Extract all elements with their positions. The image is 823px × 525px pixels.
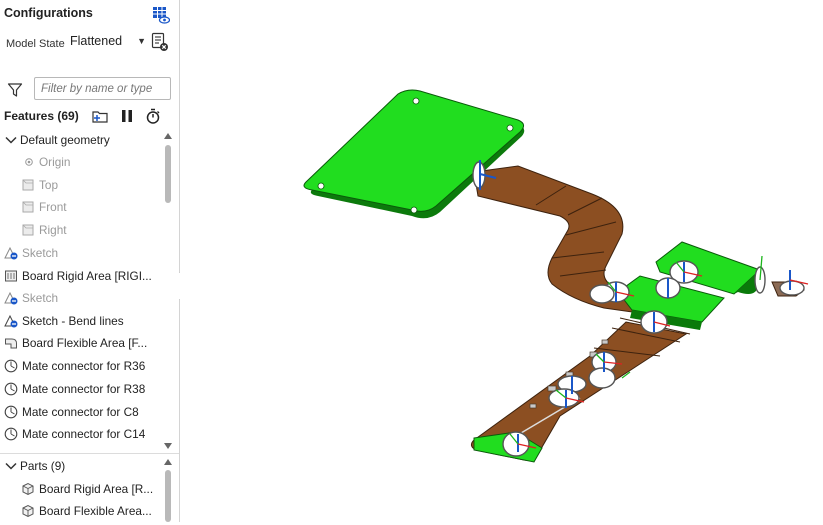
feature-sketch-bend-lines[interactable]: Sketch - Bend lines	[0, 310, 162, 332]
features-header: Features (69)	[4, 109, 79, 123]
feature-plane-right[interactable]: Right	[0, 219, 162, 241]
feature-sketch-1[interactable]: Sketch	[0, 242, 162, 264]
feature-board-flexible-area[interactable]: Board Flexible Area [F...	[0, 332, 162, 354]
feature-sketch-2[interactable]: Sketch	[0, 287, 162, 309]
graphics-viewport[interactable]	[180, 0, 823, 522]
filter-input[interactable]	[34, 77, 171, 100]
configurations-title: Configurations	[4, 6, 93, 20]
feature-label: Mate connector for R36	[22, 359, 146, 373]
scroll-thumb[interactable]	[165, 470, 171, 522]
feature-mate-connector-r38[interactable]: Mate connector for R38	[0, 378, 162, 400]
feature-label: Board Flexible Area [F...	[22, 336, 148, 350]
feature-default-geometry[interactable]: Default geometry	[0, 129, 162, 151]
feature-panel: Configurations Model State Flattened ▼ F…	[0, 0, 180, 522]
mate-connector-icon	[4, 359, 18, 373]
chevron-down-icon[interactable]	[4, 133, 18, 147]
feature-label: Mate connector for R38	[22, 382, 146, 396]
feature-label: Sketch - Bend lines	[22, 314, 124, 328]
scroll-thumb[interactable]	[165, 145, 171, 203]
stopwatch-icon[interactable]	[145, 108, 161, 124]
sketch-icon	[4, 291, 18, 305]
feature-label: Mate connector for C8	[22, 405, 139, 419]
feature-board-rigid-area[interactable]: Board Rigid Area [RIGI...	[0, 265, 162, 287]
model-state-select[interactable]: Flattened ▼	[70, 34, 148, 52]
origin-icon	[25, 158, 33, 166]
feature-label: Sketch	[22, 246, 59, 260]
folder-plus-icon[interactable]	[92, 108, 108, 124]
feature-label: Default geometry	[20, 133, 110, 147]
caret-down-icon: ▼	[137, 36, 146, 46]
parts-scrollbar[interactable]	[163, 456, 173, 522]
grid-eye-icon[interactable]	[152, 6, 170, 24]
panel-divider	[0, 453, 179, 454]
feature-label: Top	[39, 178, 59, 192]
model-state-label: Model State	[6, 38, 65, 50]
feature-label: Front	[39, 200, 67, 214]
board-flex-icon	[5, 338, 17, 349]
part-board-flexible-area[interactable]: Board Flexible Area...	[0, 500, 162, 522]
funnel-icon[interactable]	[7, 82, 23, 98]
feature-origin[interactable]: Origin	[0, 151, 162, 173]
scroll-down-arrow-icon[interactable]	[164, 443, 172, 449]
mate-connector-icon	[4, 382, 18, 396]
plane-icon	[22, 224, 34, 236]
mate-connector-icon	[4, 427, 18, 441]
plane-icon	[22, 201, 34, 213]
feature-plane-front[interactable]: Front	[0, 196, 162, 218]
sketch-icon	[4, 246, 18, 260]
part-label: Board Flexible Area...	[39, 504, 152, 518]
plane-icon	[22, 179, 34, 191]
features-scrollbar[interactable]	[163, 130, 173, 452]
parts-header-label: Parts (9)	[20, 459, 66, 473]
chevron-down-icon[interactable]	[4, 459, 18, 473]
feature-label: Origin	[39, 155, 71, 169]
feature-label: Board Rigid Area [RIGI...	[22, 269, 152, 283]
feature-mate-connector-c14[interactable]: Mate connector for C14	[0, 423, 162, 445]
scroll-up-arrow-icon[interactable]	[164, 459, 172, 465]
feature-mate-connector-r36[interactable]: Mate connector for R36	[0, 355, 162, 377]
feature-plane-top[interactable]: Top	[0, 174, 162, 196]
pause-icon[interactable]	[119, 108, 135, 124]
part-icon	[22, 482, 34, 496]
sketch-icon	[4, 314, 18, 328]
scroll-up-arrow-icon[interactable]	[164, 133, 172, 139]
board-rigid-icon	[5, 270, 17, 282]
feature-label: Sketch	[22, 291, 59, 305]
part-icon	[22, 504, 34, 518]
part-label: Board Rigid Area [R...	[39, 482, 154, 496]
feature-label: Mate connector for C14	[22, 427, 146, 441]
mate-connector-icon	[4, 405, 18, 419]
model-state-value: Flattened	[70, 34, 123, 48]
feature-mate-connector-c8[interactable]: Mate connector for C8	[0, 401, 162, 423]
pcb-model-view[interactable]	[180, 0, 823, 522]
list-delete-icon[interactable]	[151, 32, 169, 52]
part-board-rigid-area[interactable]: Board Rigid Area [R...	[0, 478, 162, 500]
parts-header[interactable]: Parts (9)	[0, 455, 162, 477]
feature-label: Right	[39, 223, 67, 237]
